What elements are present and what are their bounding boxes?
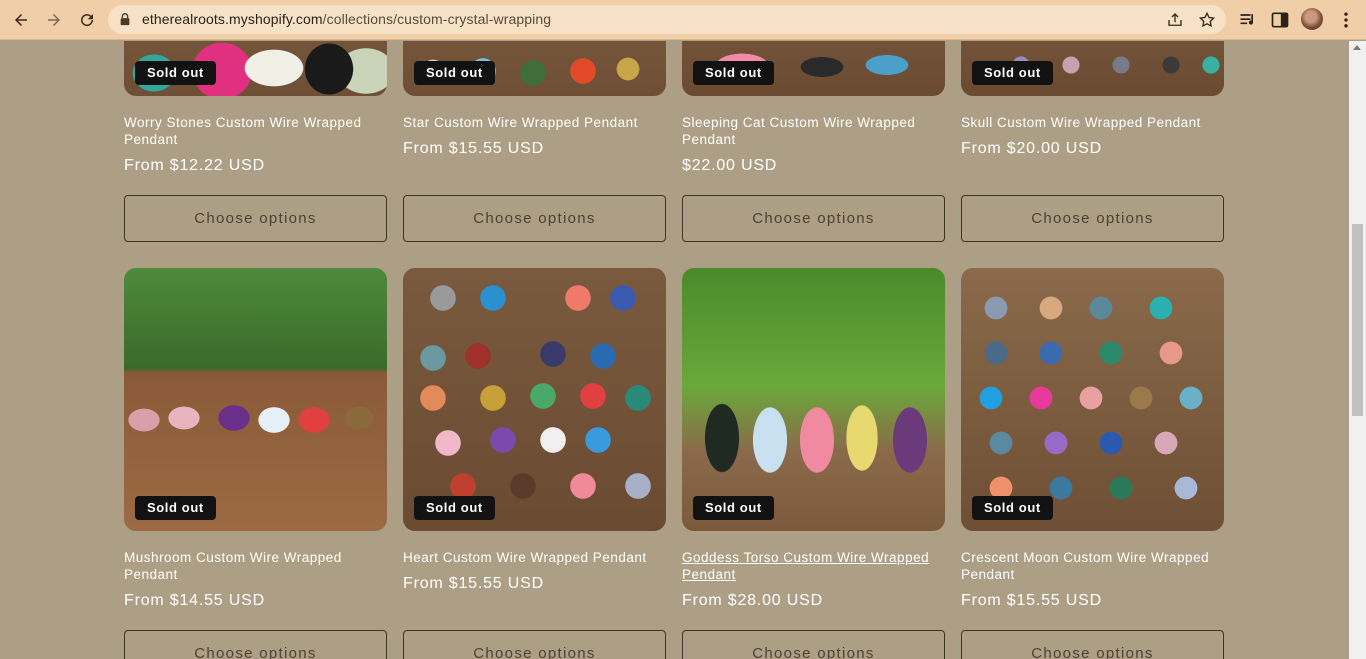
side-panel-icon[interactable] <box>1270 10 1290 30</box>
choose-options-button[interactable]: Choose options <box>682 630 945 659</box>
media-queue-icon[interactable] <box>1238 10 1258 30</box>
product-image-skull[interactable]: Sold out <box>961 41 1224 96</box>
arrow-left-icon[interactable] <box>9 8 33 32</box>
product-image-star[interactable]: Sold out <box>403 41 666 96</box>
sold-out-badge: Sold out <box>693 61 774 85</box>
scroll-up-arrow-icon[interactable] <box>1353 45 1361 50</box>
sold-out-badge: Sold out <box>414 61 495 85</box>
address-bar[interactable]: etherealroots.myshopify.com/collections/… <box>108 5 1226 34</box>
product-price: From $20.00 USD <box>961 140 1102 157</box>
product-title[interactable]: Skull Custom Wire Wrapped Pendant <box>961 114 1224 131</box>
choose-options-button[interactable]: Choose options <box>682 195 945 242</box>
choose-options-button[interactable]: Choose options <box>403 195 666 242</box>
browser-toolbar: etherealroots.myshopify.com/collections/… <box>0 0 1366 40</box>
product-price: From $15.55 USD <box>403 575 544 592</box>
share-icon[interactable] <box>1166 11 1184 29</box>
sold-out-badge: Sold out <box>414 496 495 520</box>
product-image-crescent-moon[interactable]: Sold out <box>961 268 1224 531</box>
choose-options-button[interactable]: Choose options <box>403 630 666 659</box>
collection-page: Sold out Worry Stones Custom Wire Wrappe… <box>0 41 1349 659</box>
star-icon[interactable] <box>1198 11 1216 29</box>
reload-icon[interactable] <box>75 8 99 32</box>
product-image-worry-stones[interactable]: Sold out <box>124 41 387 96</box>
product-price: $22.00 USD <box>682 157 778 174</box>
sold-out-badge: Sold out <box>972 61 1053 85</box>
product-image-mushroom[interactable]: Sold out <box>124 268 387 531</box>
product-price: From $28.00 USD <box>682 592 823 609</box>
choose-options-button[interactable]: Choose options <box>961 630 1224 659</box>
url-path: /collections/custom-crystal-wrapping <box>322 11 552 27</box>
lock-icon[interactable] <box>118 12 132 26</box>
product-image-goddess-torso[interactable]: Sold out <box>682 268 945 531</box>
url-domain: etherealroots.myshopify.com <box>142 11 323 27</box>
product-image-heart[interactable]: Sold out <box>403 268 666 531</box>
product-price: From $14.55 USD <box>124 592 265 609</box>
arrow-right-icon[interactable] <box>42 8 66 32</box>
product-price: From $12.22 USD <box>124 157 265 174</box>
sold-out-badge: Sold out <box>693 496 774 520</box>
url-text[interactable]: etherealroots.myshopify.com/collections/… <box>142 11 551 27</box>
profile-avatar[interactable] <box>1301 8 1323 30</box>
product-image-sleeping-cat[interactable]: Sold out <box>682 41 945 96</box>
product-title[interactable]: Crescent Moon Custom Wire Wrapped Pendan… <box>961 549 1224 583</box>
choose-options-button[interactable]: Choose options <box>124 195 387 242</box>
product-title[interactable]: Mushroom Custom Wire Wrapped Pendant <box>124 549 387 583</box>
product-title[interactable]: Goddess Torso Custom Wire Wrapped Pendan… <box>682 549 945 583</box>
product-title[interactable]: Star Custom Wire Wrapped Pendant <box>403 114 666 131</box>
choose-options-button[interactable]: Choose options <box>961 195 1224 242</box>
page-scrollbar[interactable] <box>1349 41 1366 659</box>
sold-out-badge: Sold out <box>135 61 216 85</box>
product-price: From $15.55 USD <box>403 140 544 157</box>
choose-options-button[interactable]: Choose options <box>124 630 387 659</box>
sold-out-badge: Sold out <box>135 496 216 520</box>
scrollbar-thumb[interactable] <box>1352 224 1363 416</box>
kebab-menu-icon[interactable] <box>1336 10 1356 30</box>
sold-out-badge: Sold out <box>972 496 1053 520</box>
product-title[interactable]: Heart Custom Wire Wrapped Pendant <box>403 549 666 566</box>
product-price: From $15.55 USD <box>961 592 1102 609</box>
product-title[interactable]: Worry Stones Custom Wire Wrapped Pendant <box>124 114 387 148</box>
product-title[interactable]: Sleeping Cat Custom Wire Wrapped Pendant <box>682 114 945 148</box>
